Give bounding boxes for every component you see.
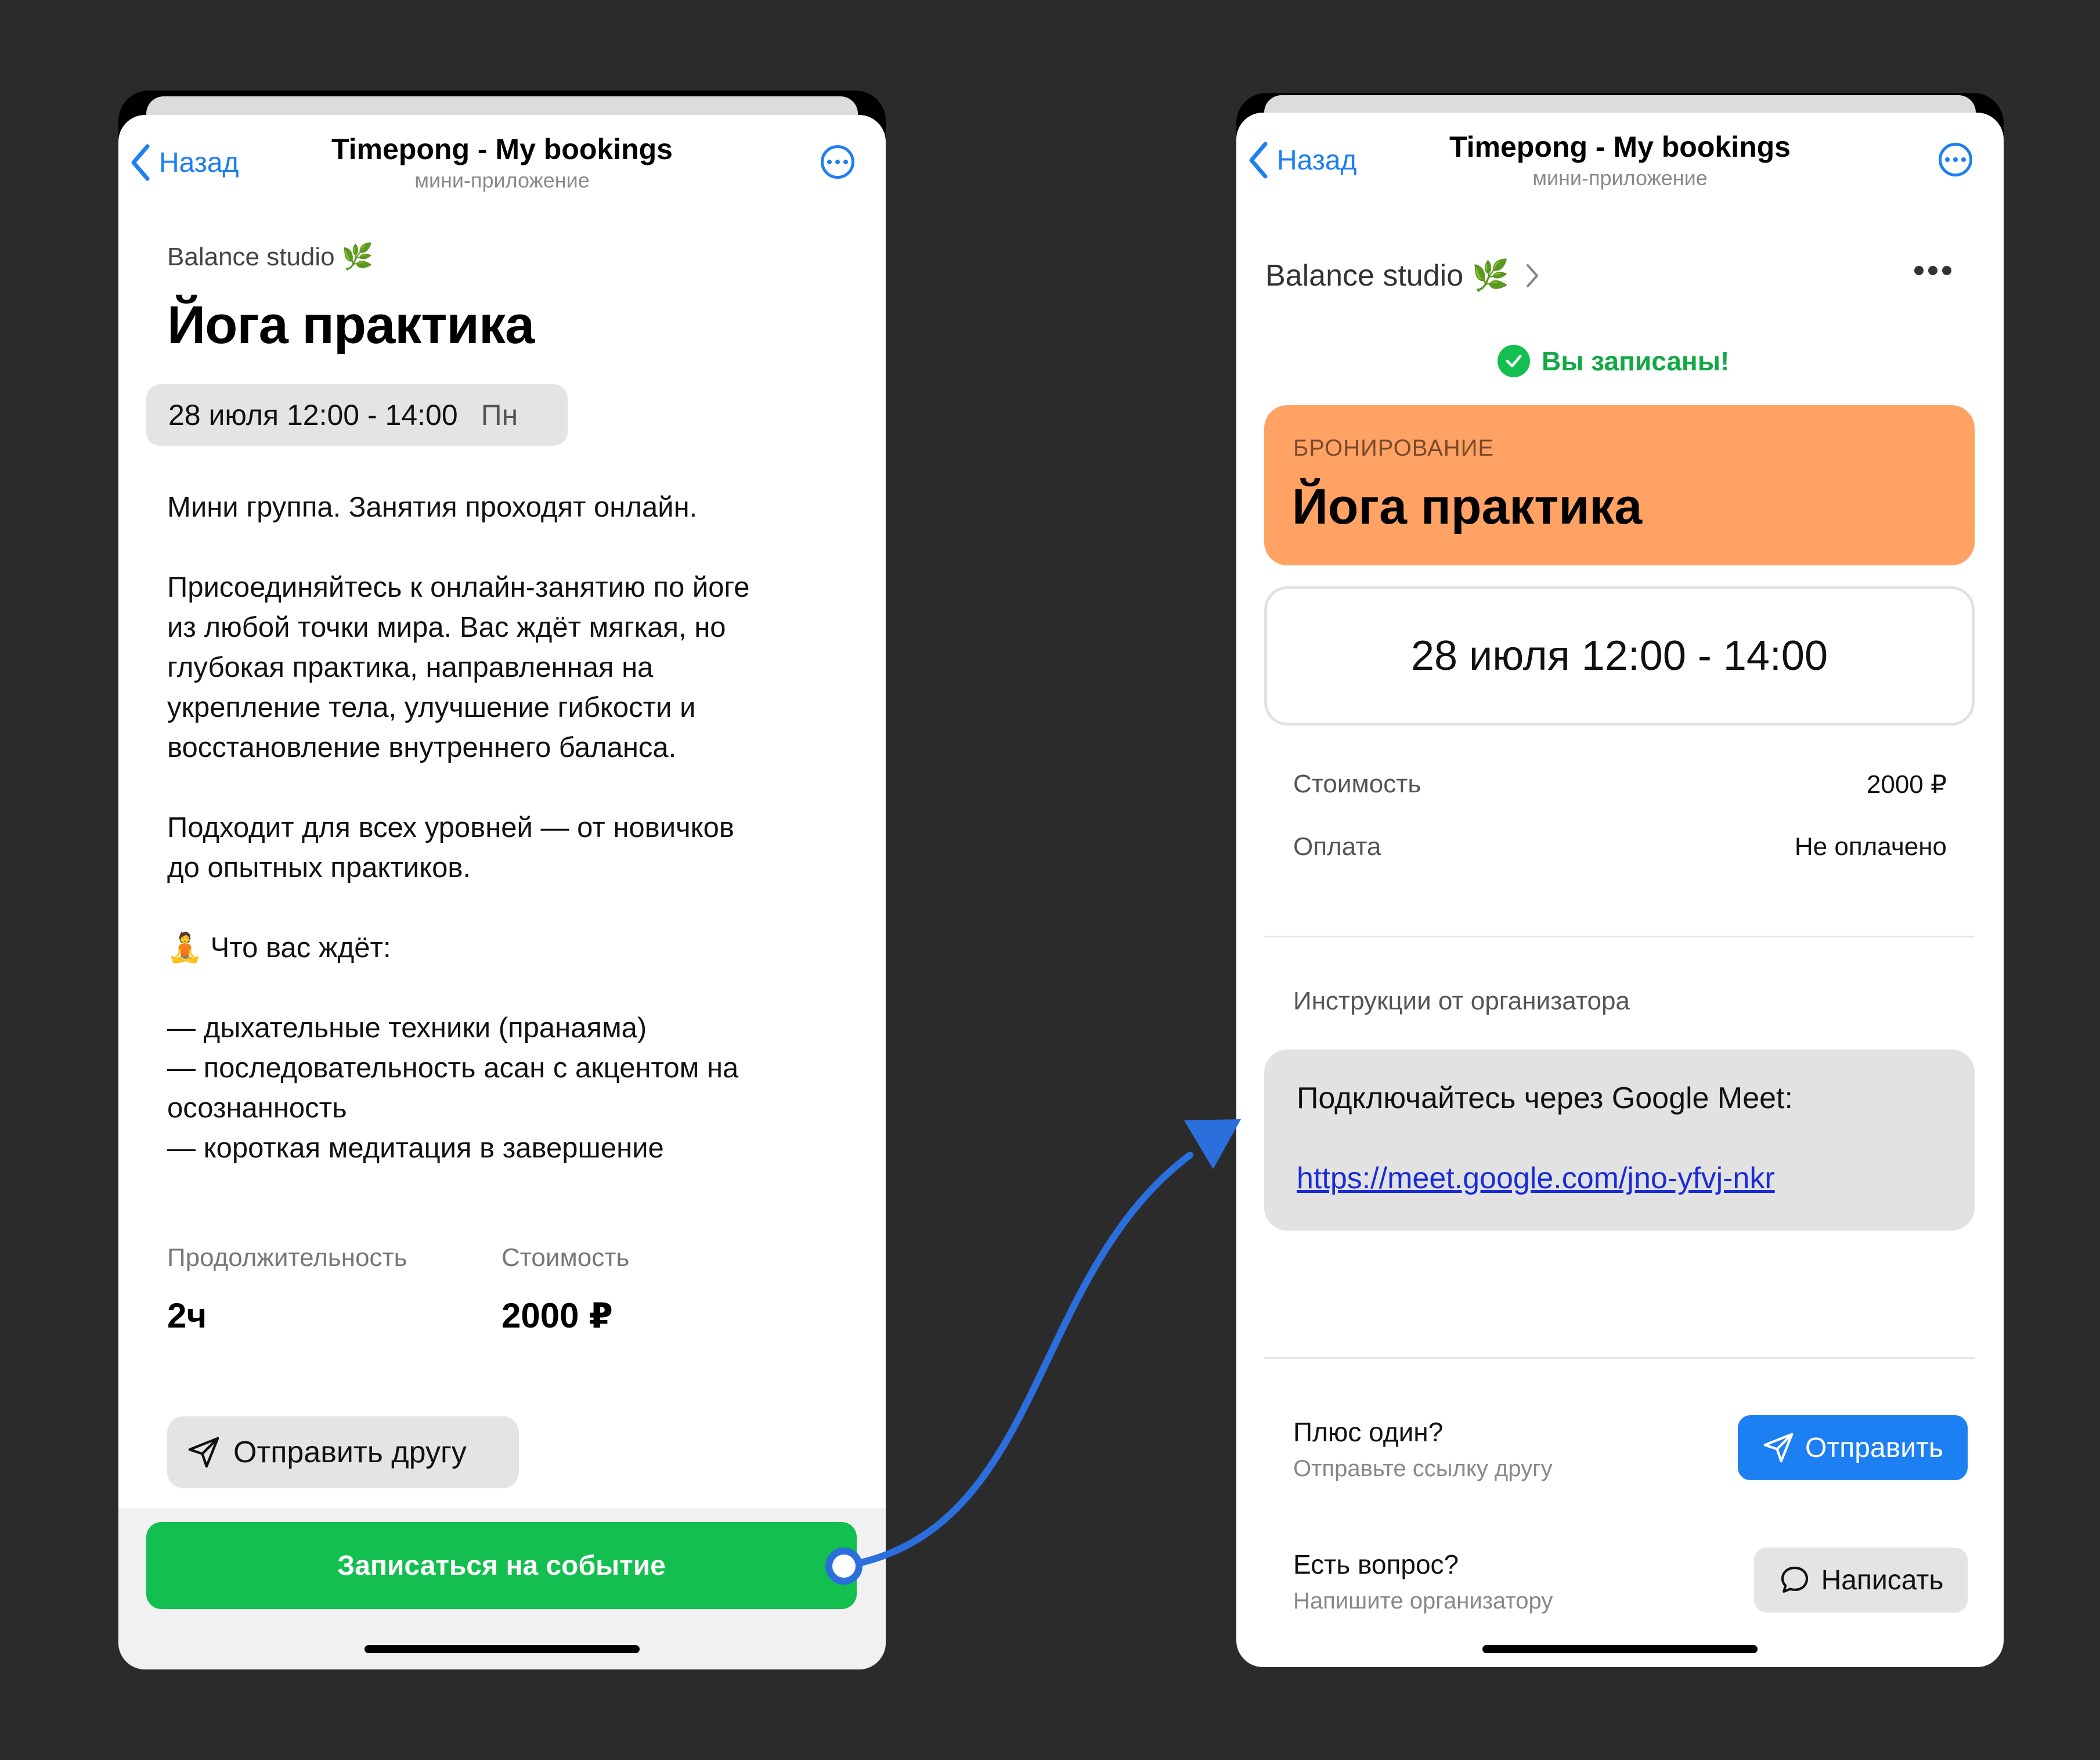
flow-arrow: [825, 1119, 1241, 1585]
